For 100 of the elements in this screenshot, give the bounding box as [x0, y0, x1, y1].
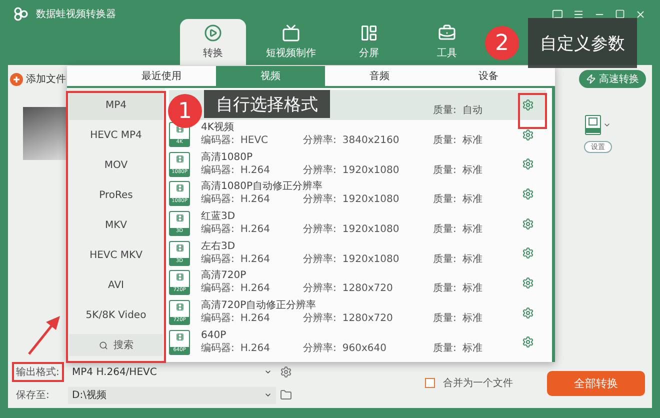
quality-value: 标准 — [462, 135, 482, 148]
format-item[interactable]: AVI — [69, 270, 163, 300]
resolution-label: 分辨率: — [303, 342, 336, 355]
quality-label: 质量: — [433, 313, 456, 326]
settings-icon[interactable] — [522, 306, 534, 319]
quality-label: 质量: — [433, 224, 456, 236]
settings-icon[interactable] — [522, 247, 534, 260]
resolution-label: 分辨率: — [303, 224, 336, 236]
settings-icon[interactable] — [522, 336, 534, 348]
format-item[interactable]: HEVC MKV — [69, 240, 163, 270]
preset-name: 红蓝3D — [201, 211, 236, 224]
settings-icon[interactable] — [522, 158, 534, 170]
settings-icon[interactable] — [522, 98, 534, 111]
resolution-value: 3840x2160 — [342, 135, 400, 148]
feedback-icon[interactable] — [552, 8, 563, 20]
fast-convert-button[interactable]: 高速转换 — [579, 70, 646, 88]
settings-icon[interactable] — [522, 218, 534, 230]
encoder-value: H.264 — [240, 164, 270, 177]
encoder-label: 编码器: — [201, 313, 234, 326]
format-item[interactable]: HEVC MP4 — [69, 120, 163, 150]
encoder-label: 编码器: — [201, 254, 234, 266]
resolution-label: 分辨率: — [303, 194, 336, 206]
file-icon[interactable] — [585, 115, 601, 135]
nav-tab[interactable]: 分屏 — [336, 19, 402, 65]
resolution-value: 1920x1080 — [342, 194, 400, 206]
encoder-value: HEVC — [240, 135, 268, 148]
format-item[interactable]: MP4 — [69, 90, 163, 120]
resolution-label: 分辨率: — [303, 164, 336, 177]
lightning-icon — [586, 74, 596, 84]
quality-value: 自动 — [462, 105, 482, 118]
quality-label: 质量: — [433, 254, 456, 266]
toolbox-icon — [438, 24, 456, 42]
quality-value: 标准 — [462, 342, 482, 355]
output-format-label: 输出格式: — [12, 362, 64, 382]
maximize-icon[interactable] — [615, 8, 625, 18]
settings-icon[interactable] — [280, 366, 292, 378]
search-icon — [98, 340, 108, 350]
format-item[interactable]: 5K/8K Video — [69, 300, 163, 330]
format-item[interactable]: MOV — [69, 150, 163, 180]
quality-value: 标准 — [462, 194, 482, 206]
format-tab[interactable]: 视频 — [216, 66, 325, 86]
encoder-value: H.264 — [240, 254, 270, 266]
preset-name: 640P — [201, 330, 226, 342]
add-icon[interactable] — [10, 72, 23, 86]
film-icon — [176, 244, 184, 252]
resolution-label: 分辨率: — [303, 135, 336, 148]
preset-name: 高清1080P — [201, 152, 252, 164]
preset-name: 高清1080P自动修正分辨率 — [201, 181, 322, 194]
quality-label: 质量: — [433, 283, 456, 296]
add-files-link[interactable]: 添加文件 — [26, 72, 66, 86]
quality-label: 质量: — [433, 105, 456, 118]
settings-icon[interactable] — [522, 188, 534, 200]
menu-icon[interactable] — [573, 8, 584, 20]
resolution-value: 1920x1080 — [342, 254, 400, 266]
nav-tab[interactable]: 工具 — [414, 19, 480, 65]
encoder-value: H.264 — [240, 342, 270, 355]
encoder-label: 编码器: — [201, 224, 234, 236]
close-icon[interactable] — [635, 8, 646, 20]
resolution-value: 960x640 — [342, 342, 386, 355]
settings-icon[interactable] — [522, 128, 534, 141]
preset-name: 4K视频 — [201, 122, 234, 134]
film-icon — [176, 214, 184, 222]
preset-name: 高清720P自动修正分辨率 — [201, 300, 316, 312]
play-circle-icon — [204, 24, 222, 42]
resolution-label: 分辨率: — [303, 313, 336, 326]
settings-icon[interactable] — [522, 276, 534, 289]
film-icon — [176, 332, 184, 341]
encoder-value: H.264 — [240, 194, 270, 206]
film-icon — [176, 273, 184, 282]
merge-checkbox[interactable] — [425, 378, 435, 388]
encoder-label: 编码器: — [201, 342, 234, 355]
tv-icon — [282, 24, 300, 42]
quality-value: 标准 — [462, 164, 482, 177]
format-item[interactable]: MKV — [69, 210, 163, 240]
split-layout-icon — [360, 24, 378, 42]
encoder-value: H.264 — [240, 313, 270, 326]
app-title: 数据蛙视频转换器 — [36, 8, 116, 21]
app-logo-icon — [14, 7, 28, 21]
film-icon — [176, 303, 184, 312]
film-icon — [176, 154, 184, 163]
quality-label: 质量: — [433, 194, 456, 206]
save-to-label: 保存至: — [15, 389, 50, 403]
callout-label: 自定义参数 — [528, 18, 637, 68]
resolution-value: 1280x720 — [342, 313, 393, 326]
caret-icon — [264, 391, 272, 399]
format-tab[interactable]: 音频 — [325, 66, 434, 86]
caret-icon[interactable] — [603, 121, 611, 129]
format-item[interactable]: ProRes — [69, 180, 163, 210]
quality-label: 质量: — [433, 342, 456, 355]
nav-tab[interactable]: 转换 — [180, 19, 246, 65]
format-tab[interactable]: 设备 — [434, 66, 543, 86]
quality-label: 质量: — [433, 164, 456, 177]
nav-tab[interactable]: 短视频制作 — [258, 19, 324, 65]
search-button[interactable]: 搜索 — [69, 334, 163, 356]
caret-icon — [264, 368, 272, 376]
quality-label: 质量: — [433, 135, 456, 148]
format-tab[interactable]: 最近使用 — [107, 66, 216, 86]
save-path-dropdown[interactable]: D:\视频 — [68, 386, 276, 404]
resolution-value: 1920x1080 — [342, 224, 400, 236]
folder-icon[interactable] — [280, 389, 292, 401]
